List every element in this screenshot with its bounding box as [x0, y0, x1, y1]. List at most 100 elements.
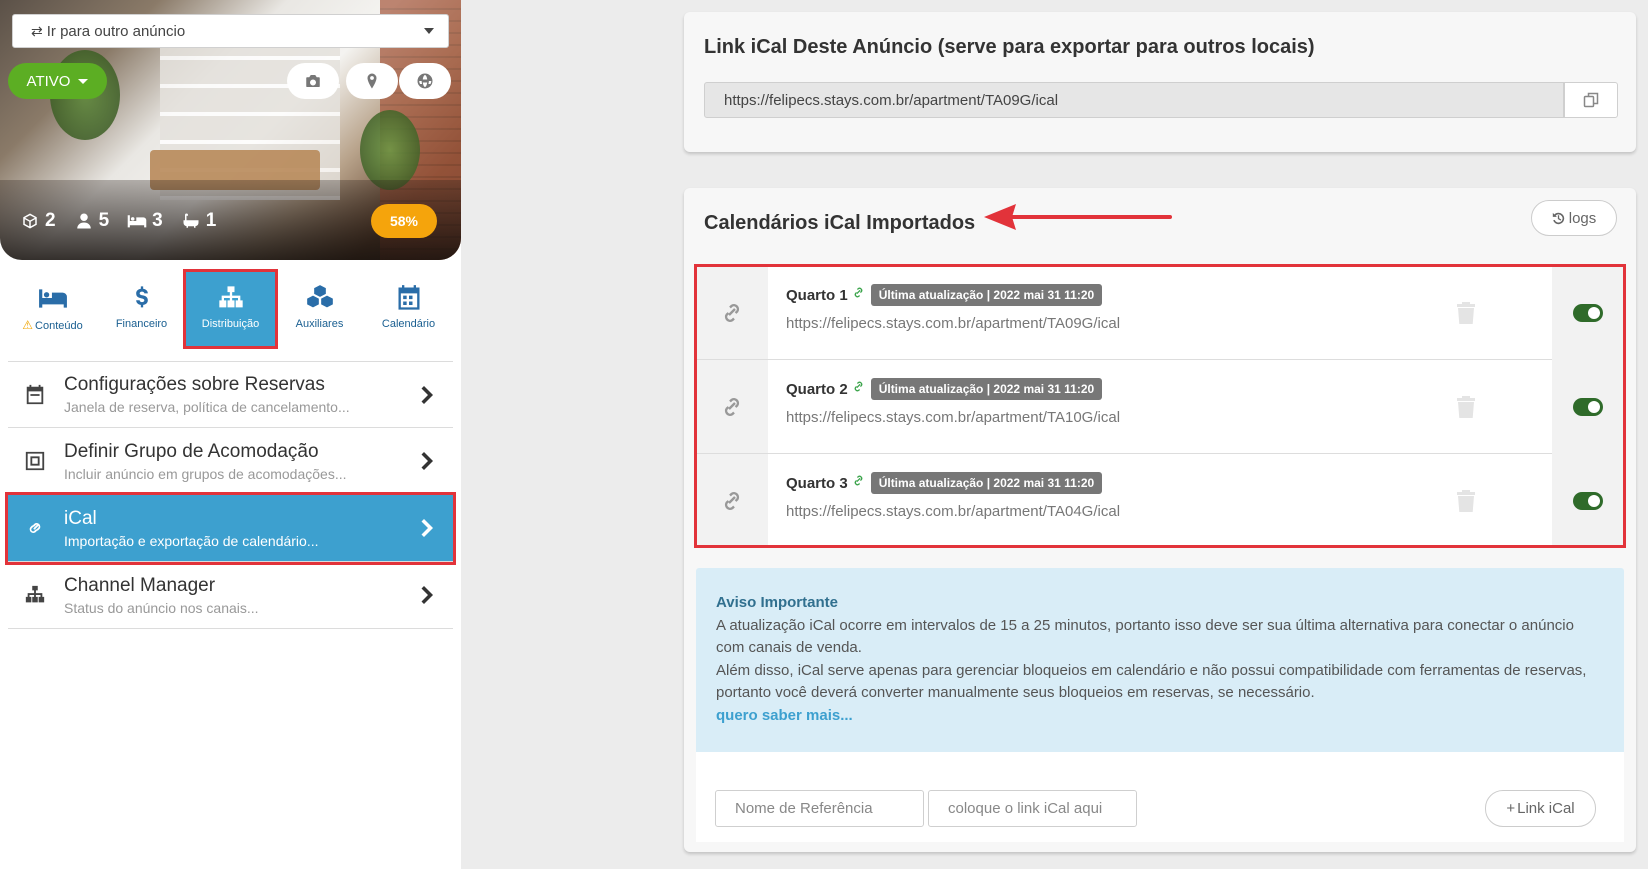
guests-count: 5 — [98, 210, 110, 231]
sitemap-icon — [218, 286, 243, 308]
baths-count: 1 — [205, 210, 217, 231]
cubes-icon — [306, 285, 333, 308]
export-title: Link iCal Deste Anúncio (serve para expo… — [704, 36, 1315, 58]
menu-item-title: iCal — [64, 507, 97, 529]
menu-item-subtitle: Importação e exportação de calendário... — [64, 532, 319, 549]
tab-label: Calendário — [381, 318, 436, 330]
link-icon — [852, 286, 865, 304]
photos-button[interactable] — [287, 63, 339, 99]
delete-button[interactable] — [1456, 489, 1476, 513]
calendar-icon — [398, 285, 419, 310]
tab-calendario[interactable]: Calendário — [364, 272, 453, 348]
tab-financeiro[interactable]: Financeiro — [97, 272, 186, 348]
warning-icon: ⚠ — [22, 318, 34, 332]
listing-tabs: ⚠ Conteúdo Financeiro Distribuição Auxili… — [8, 269, 453, 349]
goto-listing-label: Ir para outro anúncio — [46, 22, 186, 40]
history-icon — [1552, 212, 1564, 224]
location-button[interactable] — [346, 63, 398, 99]
menu-item-title: Channel Manager — [64, 574, 216, 596]
tab-conteudo[interactable]: ⚠ Conteúdo — [8, 272, 97, 348]
list-item: Quarto 3 Última atualização | 2022 mai 3… — [696, 454, 1624, 548]
enabled-toggle[interactable] — [1573, 492, 1603, 510]
beds-count: 3 — [152, 210, 163, 231]
menu-item-subtitle: Janela de reserva, política de cancelame… — [64, 399, 350, 415]
imported-calendars-list: Quarto 1 Última atualização | 2022 mai 3… — [696, 266, 1624, 548]
group-icon — [24, 450, 46, 472]
completion-badge: 58% — [371, 204, 437, 238]
calendar-name: Quarto 2 — [786, 380, 848, 398]
menu-item-channel-manager[interactable]: Channel Manager Status do anúncio nos ca… — [8, 562, 453, 629]
user-icon — [76, 213, 91, 229]
cube-icon — [23, 213, 37, 229]
trash-icon — [1457, 302, 1475, 324]
tab-label: Distribuição — [201, 318, 260, 330]
globe-icon — [417, 73, 433, 89]
logs-button[interactable]: logs — [1531, 200, 1617, 236]
guests-stat: 5 — [74, 210, 110, 232]
reference-name-input[interactable]: Nome de Referência — [715, 790, 924, 827]
copy-icon — [1583, 92, 1599, 108]
calendar-name: Quarto 1 — [786, 286, 848, 304]
listing-photo: ⇄ Ir para outro anúncio ATIVO 2 5 3 1 58… — [0, 0, 461, 260]
last-update-badge: Última atualização | 2022 mai 31 11:20 — [870, 284, 1103, 306]
tab-label: Financeiro — [115, 318, 168, 330]
menu-item-subtitle: Incluir anúncio em grupos de acomodações… — [64, 465, 347, 482]
chevron-right-icon — [421, 585, 435, 605]
bath-icon — [183, 213, 199, 228]
link-icon — [724, 397, 740, 416]
goto-listing-select[interactable]: ⇄ Ir para outro anúncio — [12, 14, 449, 48]
menu-item-subtitle: Status do anúncio nos canais... — [64, 599, 259, 616]
bed-icon — [38, 289, 67, 308]
trash-icon — [1457, 396, 1475, 418]
baths-stat: 1 — [181, 210, 217, 232]
chevron-right-icon — [421, 385, 435, 405]
tab-label: ⚠ Conteúdo — [22, 318, 83, 332]
link-icon — [852, 380, 865, 398]
photo-decor — [360, 110, 420, 190]
units-count: 2 — [45, 210, 56, 231]
caret-down-icon — [424, 28, 434, 34]
caret-down-icon — [78, 78, 89, 84]
sidebar: ⇄ Ir para outro anúncio ATIVO 2 5 3 1 58… — [0, 0, 461, 869]
enabled-toggle[interactable] — [1573, 398, 1603, 416]
link-icon — [852, 474, 865, 492]
notice-text: A atualização iCal ocorre em intervalos … — [716, 616, 1574, 657]
menu-item-reservation-settings[interactable]: Configurações sobre Reservas Janela de r… — [8, 361, 453, 428]
import-title: Calendários iCal Importados — [704, 212, 976, 234]
annotation-arrow — [984, 204, 1172, 230]
units-stat: 2 — [20, 210, 56, 232]
tab-distribuicao[interactable]: Distribuição — [183, 269, 278, 349]
notice-text: Além disso, iCal serve apenas para geren… — [716, 661, 1587, 702]
bed-icon — [127, 215, 147, 228]
plus-icon: + — [1506, 800, 1516, 817]
menu-item-title: Definir Grupo de Acomodação — [64, 440, 319, 462]
beds-stat: 3 — [127, 210, 163, 232]
camera-icon — [306, 75, 320, 87]
link-icon — [24, 517, 46, 539]
menu-item-title: Configurações sobre Reservas — [64, 374, 325, 395]
menu-item-ical[interactable]: iCal Importação e exportação de calendár… — [5, 492, 456, 565]
ical-link-input[interactable]: coloque o link iCal aqui — [928, 790, 1137, 827]
logs-label: logs — [1568, 209, 1597, 227]
last-update-badge: Última atualização | 2022 mai 31 11:20 — [870, 378, 1103, 400]
link-icon — [724, 303, 740, 322]
add-ical-button[interactable]: + Link iCal — [1485, 790, 1596, 827]
tab-auxiliares[interactable]: Auxiliares — [275, 272, 364, 348]
menu-item-accommodation-group[interactable]: Definir Grupo de Acomodação Incluir anún… — [8, 428, 453, 495]
tab-label: Auxiliares — [295, 318, 344, 330]
calendar-url: https://felipecs.stays.com.br/apartment/… — [786, 503, 1121, 520]
status-dropdown-button[interactable]: ATIVO — [8, 63, 107, 99]
enabled-toggle[interactable] — [1573, 304, 1603, 322]
website-button[interactable] — [399, 63, 451, 99]
export-url-field[interactable]: https://felipecs.stays.com.br/apartment/… — [704, 82, 1564, 118]
dollar-icon — [135, 286, 148, 308]
notice-title: Aviso Importante — [716, 594, 838, 611]
swap-icon: ⇄ — [31, 22, 43, 39]
calendar-url: https://felipecs.stays.com.br/apartment/… — [786, 315, 1121, 332]
learn-more-link[interactable]: quero saber mais... — [716, 705, 1604, 728]
copy-url-button[interactable] — [1564, 82, 1618, 118]
listing-stats: 2 5 3 1 — [20, 210, 216, 232]
delete-button[interactable] — [1456, 395, 1476, 419]
trash-icon — [1457, 490, 1475, 512]
delete-button[interactable] — [1456, 301, 1476, 325]
